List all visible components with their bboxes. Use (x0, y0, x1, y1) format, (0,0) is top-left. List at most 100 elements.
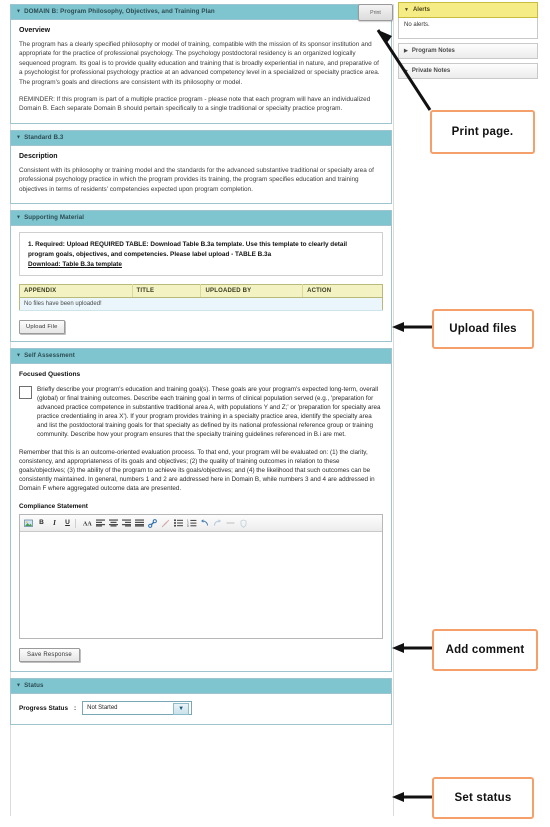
panel-standard-b3-title: Standard B.3 (24, 133, 64, 141)
panel-self-assessment: ▼ Self Assessment Focused Questions Brief… (10, 348, 392, 673)
svg-text:3: 3 (187, 524, 189, 527)
program-notes-header[interactable]: ▶ Program Notes (398, 43, 538, 59)
panel-domain-b-body: Overview The program has a clearly speci… (11, 20, 391, 123)
column-header-uploaded-by: UPLOADED BY (200, 284, 304, 299)
description-title: Description (19, 152, 58, 160)
compliance-statement-editor: B I U AA 1 2 3 (19, 514, 383, 640)
callout-upload-files: Upload files (432, 309, 534, 349)
spellcheck-icon[interactable] (238, 518, 249, 529)
callout-set-status: Set status (432, 777, 534, 819)
evaluation-note-text: Remember that this is an outcome-oriente… (19, 449, 375, 493)
collapse-triangle-icon: ▼ (16, 682, 22, 689)
panel-standard-b3-header[interactable]: ▼ Standard B.3 (11, 130, 391, 146)
progress-status-value: Not Started (87, 705, 118, 712)
focused-questions-title: Focused Questions (19, 371, 81, 379)
column-header-title: TITLE (132, 284, 202, 299)
uploaded-files-table: APPENDIX TITLE UPLOADED BY ACTION No fil… (19, 284, 383, 312)
panel-self-assessment-title: Self Assessment (24, 352, 75, 360)
panel-self-assessment-body: Focused Questions Briefly describe your … (11, 364, 391, 671)
expand-triangle-icon: ▶ (404, 48, 408, 54)
column-header-action: ACTION (302, 284, 383, 299)
collapse-triangle-icon: ▼ (16, 8, 22, 15)
compliance-statement-label: Compliance Statement (19, 503, 88, 511)
remove-format-icon[interactable] (225, 518, 236, 529)
progress-status-label: Progress Status (19, 704, 69, 712)
align-right-icon[interactable] (121, 518, 132, 529)
private-notes-header[interactable]: ▶ Private Notes (398, 63, 538, 79)
private-notes-title: Private Notes (411, 68, 451, 74)
bold-icon[interactable]: B (36, 518, 47, 529)
numbered-list-icon[interactable]: 123 (186, 518, 197, 529)
panel-supporting-material-title: Supporting Material (24, 214, 85, 222)
collapse-triangle-icon: ▼ (404, 7, 409, 13)
progress-status-separator: : (74, 704, 77, 712)
align-center-icon[interactable] (108, 518, 119, 529)
chevron-down-icon[interactable]: ▼ (173, 703, 190, 716)
program-notes-title: Program Notes (411, 48, 455, 54)
page-root: ▼ DOMAIN B: Program Philosophy, Objective… (0, 0, 550, 827)
compliance-statement-textarea[interactable] (20, 532, 382, 639)
save-response-wrap: Save Response (19, 648, 383, 663)
toolbar-separator (75, 518, 80, 528)
panel-status-header[interactable]: ▼ Status (11, 679, 391, 695)
description-text: Consistent with its philosophy or traini… (19, 166, 374, 193)
panel-status-title: Status (24, 682, 44, 690)
panel-domain-b-title: DOMAIN B: Program Philosophy, Objectives… (24, 8, 215, 15)
program-notes-panel: ▶ Program Notes (398, 43, 538, 59)
requirement-box: 1. Required: Upload REQUIRED TABLE: Down… (19, 232, 383, 277)
bullet-list-icon[interactable] (173, 518, 184, 529)
private-notes-panel: ▶ Private Notes (398, 63, 538, 79)
save-response-button[interactable]: Save Response (19, 648, 80, 663)
link-icon[interactable] (147, 518, 158, 529)
redo-icon[interactable] (212, 518, 223, 529)
upload-file-button[interactable]: Upload File (19, 320, 65, 335)
undo-icon[interactable] (199, 518, 210, 529)
panel-domain-b: ▼ DOMAIN B: Program Philosophy, Objective… (10, 4, 392, 124)
callout-add-comment: Add comment (432, 629, 538, 671)
panel-supporting-material-body: 1. Required: Upload REQUIRED TABLE: Down… (11, 226, 391, 341)
callout-print-page: Print page. (430, 110, 535, 154)
panel-status: ▼ Status Progress Status : Not Started ▼ (10, 678, 392, 726)
panel-self-assessment-header[interactable]: ▼ Self Assessment (11, 349, 391, 365)
focused-question-text: Briefly describe your program's educatio… (37, 386, 381, 439)
panel-standard-b3-body: Description Consistent with its philosop… (11, 146, 391, 203)
panel-status-body: Progress Status : Not Started ▼ (11, 694, 391, 724)
panel-standard-b3: ▼ Standard B.3 Description Consistent wit… (10, 129, 392, 205)
svg-text:AA: AA (83, 522, 92, 527)
callout-add-comment-label: Add comment (445, 644, 525, 656)
italic-icon[interactable]: I (49, 518, 60, 529)
focused-question-checkbox[interactable] (19, 386, 32, 400)
focused-question-row: Briefly describe your program's educatio… (19, 385, 383, 439)
overview-paragraph-1: The program has a clearly specified phil… (19, 41, 380, 86)
collapse-triangle-icon: ▼ (16, 134, 22, 141)
unlink-icon[interactable] (160, 518, 171, 529)
alerts-panel: ▼ Alerts No alerts. (398, 2, 538, 39)
progress-status-row: Progress Status : Not Started ▼ (19, 701, 383, 716)
editor-toolbar: B I U AA 1 2 3 (20, 515, 382, 533)
column-header-appendix: APPENDIX (19, 284, 133, 299)
callout-set-status-label: Set status (454, 792, 512, 804)
underline-icon[interactable]: U (62, 518, 73, 529)
panel-supporting-material: ▼ Supporting Material 1. Required: Upload… (10, 210, 392, 343)
print-button[interactable]: Print (358, 4, 393, 21)
panel-supporting-material-header[interactable]: ▼ Supporting Material (11, 211, 391, 227)
download-table-template-link[interactable]: Download: Table B.3a template (28, 261, 122, 268)
progress-status-select[interactable]: Not Started ▼ (82, 701, 193, 716)
callout-print-page-label: Print page. (451, 126, 514, 138)
alerts-header[interactable]: ▼ Alerts (398, 2, 538, 18)
font-icon[interactable]: AA (82, 518, 93, 529)
alerts-title: Alerts (412, 7, 430, 13)
right-sidebar: ▼ Alerts No alerts. ▶ Program Notes ▶ Priva… (398, 2, 538, 83)
panel-domain-b-header[interactable]: ▼ DOMAIN B: Program Philosophy, Objective… (11, 5, 391, 20)
align-left-icon[interactable] (95, 518, 106, 529)
table-row: No files have been uploaded! (19, 297, 383, 312)
requirement-text: 1. Required: Upload REQUIRED TABLE: Down… (28, 241, 347, 258)
main-content-column: ▼ DOMAIN B: Program Philosophy, Objective… (10, 4, 392, 731)
align-justify-icon[interactable] (134, 518, 145, 529)
overview-title: Overview (19, 27, 51, 34)
overview-paragraph-2: REMINDER: If this program is part of a m… (19, 96, 371, 113)
empty-files-message: No files have been uploaded! (19, 297, 383, 312)
collapse-triangle-icon: ▼ (16, 214, 22, 221)
image-icon[interactable] (23, 518, 34, 529)
collapse-triangle-icon: ▼ (16, 352, 22, 359)
